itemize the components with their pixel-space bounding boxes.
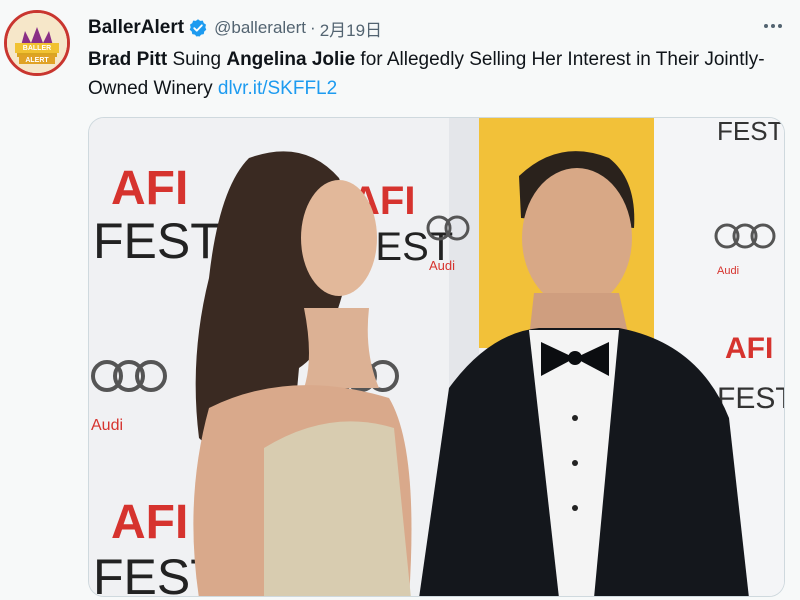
tweet-link[interactable]: dlvr.it/SKFFL2 (218, 78, 337, 99)
svg-text:ALERT: ALERT (25, 57, 49, 64)
avatar[interactable]: BALLER ALERT (4, 10, 70, 76)
svg-text:Audi: Audi (429, 258, 455, 273)
author-name[interactable]: BallerAlert (88, 17, 184, 39)
more-options-icon[interactable] (758, 14, 788, 38)
mention-brad-pitt: Brad Pitt (88, 49, 168, 70)
header-separator: · (310, 18, 316, 37)
tweet-header: BallerAlert @balleralert · 2月19日 (88, 16, 382, 40)
tweet-text: Brad Pitt Suing Angelina Jolie for Alleg… (88, 45, 778, 103)
svg-text:FEST: FEST (717, 382, 785, 415)
svg-text:AFI: AFI (725, 332, 773, 365)
svg-text:Audi: Audi (717, 265, 739, 277)
svg-text:BALLER: BALLER (23, 45, 51, 52)
author-handle[interactable]: @balleralert (214, 18, 306, 38)
balleralert-logo: BALLER ALERT (7, 13, 67, 73)
svg-text:AFI: AFI (111, 496, 188, 549)
tweet[interactable]: BALLER ALERT BallerAlert @balleralert · … (0, 0, 800, 600)
text-segment-1: Suing (167, 49, 227, 70)
svg-text:AFI: AFI (111, 162, 188, 215)
svg-text:FEST: FEST (717, 118, 784, 146)
svg-text:Audi: Audi (91, 417, 123, 434)
tweet-photo[interactable]: AFI FEST Audi AFI FEST AFI FEST Audi FES… (88, 117, 785, 597)
tweet-date[interactable]: 2月19日 (320, 16, 382, 41)
mention-angelina-jolie: Angelina Jolie (226, 49, 356, 70)
svg-text:FEST: FEST (93, 213, 221, 269)
verified-badge-icon (188, 18, 208, 38)
